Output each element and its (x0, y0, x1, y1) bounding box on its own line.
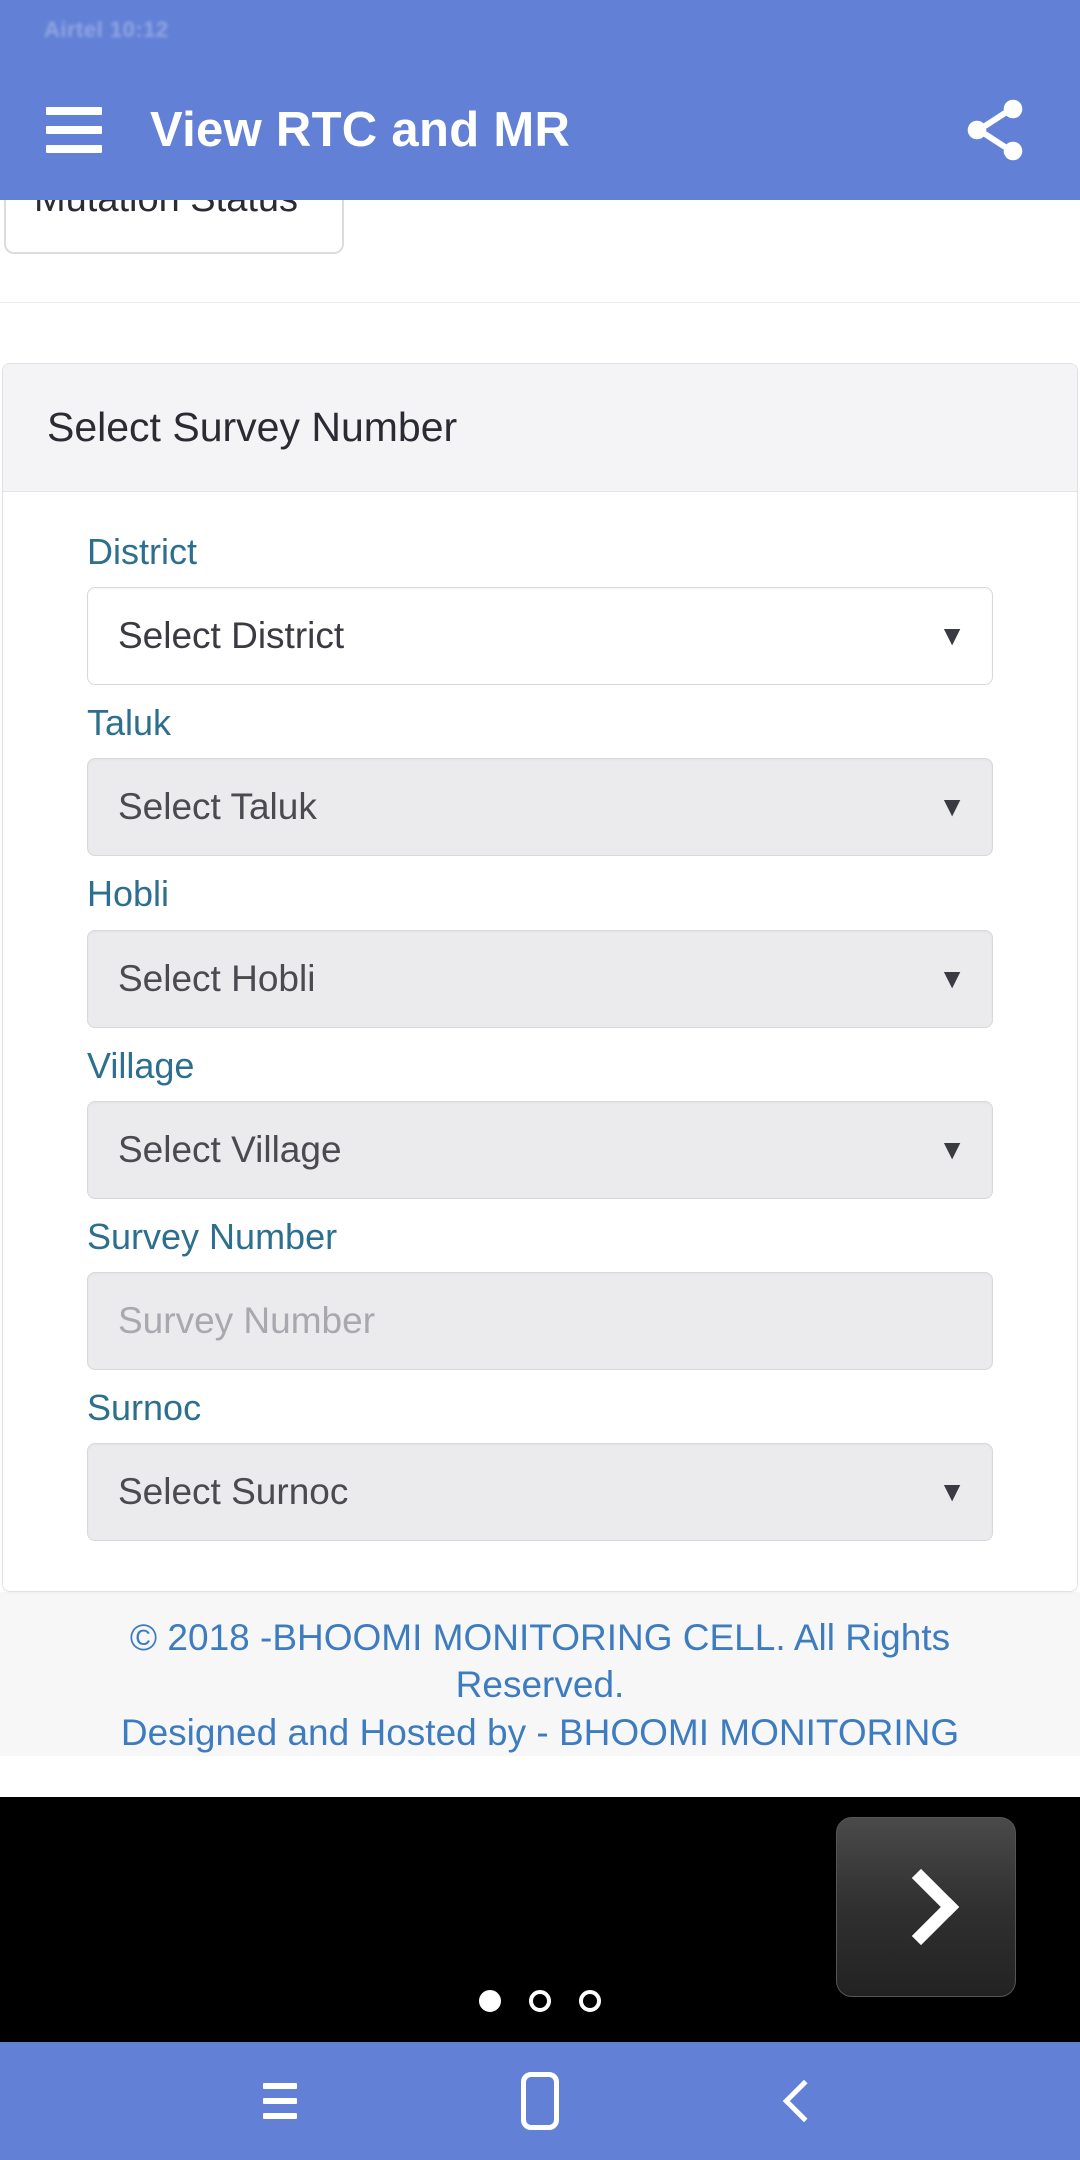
page-title: View RTC and MR (150, 103, 571, 157)
select-survey-number-card: Select Survey Number District Select Dis… (2, 363, 1078, 1593)
card-title: Select Survey Number (47, 404, 458, 450)
chevron-down-icon: ▼ (938, 1133, 966, 1165)
menu-line (46, 107, 102, 115)
recents-icon[interactable] (220, 2051, 340, 2151)
surnoc-select-value: Select Surnoc (118, 1471, 349, 1513)
taluk-select-value: Select Taluk (118, 786, 317, 828)
status-bar: Airtel 10:12 (0, 0, 1080, 60)
app-screen: Airtel 10:12 View RTC and MR Mutation St… (0, 0, 1080, 2160)
system-nav-bar (0, 2042, 1080, 2160)
menu-line (46, 145, 102, 153)
district-select-value: Select District (118, 615, 345, 657)
chevron-down-icon: ▼ (938, 620, 966, 652)
field-surnoc: Surnoc Select Surnoc ▼ (87, 1386, 993, 1542)
chevron-down-icon: ▼ (938, 791, 966, 823)
footer-credit-line: Designed and Hosted by - BHOOMI MONITORI… (120, 1711, 960, 1753)
mutation-status-label: Mutation Status (34, 200, 298, 221)
hamburger-menu-icon[interactable] (26, 82, 122, 178)
recents-line (263, 2098, 297, 2104)
mutation-status-box[interactable]: Mutation Status (4, 200, 344, 254)
page-dot-2[interactable] (529, 1990, 551, 2012)
field-district: District Select District ▼ (87, 530, 993, 686)
chevron-down-icon: ▼ (938, 1476, 966, 1508)
hobli-select-value: Select Hobli (118, 957, 316, 999)
home-icon[interactable] (480, 2051, 600, 2151)
share-icon[interactable] (952, 87, 1038, 173)
back-glyph (782, 2079, 826, 2123)
label-surnoc: Surnoc (87, 1386, 202, 1428)
field-village: Village Select Village ▼ (87, 1044, 993, 1199)
recents-line (263, 2083, 297, 2089)
label-survey-number: Survey Number (87, 1215, 338, 1257)
card-header: Select Survey Number (3, 364, 1077, 492)
page-content[interactable]: Mutation Status Select Survey Number Dis… (0, 200, 1080, 1800)
survey-number-input[interactable]: Survey Number (87, 1271, 993, 1370)
footer-copyright-line1: © 2018 -BHOOMI MONITORING CELL. All Righ… (129, 1617, 951, 1659)
village-select[interactable]: Select Village ▼ (87, 1100, 993, 1199)
field-taluk: Taluk Select Taluk ▼ (87, 701, 993, 857)
taluk-select[interactable]: Select Taluk ▼ (87, 758, 993, 857)
clipped-card-above: Mutation Status (0, 200, 1080, 302)
hobli-select[interactable]: Select Hobli ▼ (87, 929, 993, 1028)
district-select[interactable]: Select District ▼ (87, 587, 993, 686)
field-hobli: Hobli Select Hobli ▼ (87, 872, 993, 1028)
back-icon[interactable] (740, 2051, 860, 2151)
spacer (0, 303, 1080, 363)
footer-copyright-line2: Reserved. (455, 1664, 625, 1706)
recents-glyph (263, 2083, 297, 2119)
chevron-down-icon: ▼ (938, 962, 966, 994)
field-survey-number: Survey Number Survey Number (87, 1215, 993, 1370)
page-dot-3[interactable] (579, 1990, 601, 2012)
status-bar-text: Airtel 10:12 (44, 17, 169, 42)
label-taluk: Taluk (87, 702, 172, 744)
footer: © 2018 -BHOOMI MONITORING CELL. All Righ… (0, 1592, 1080, 1757)
page-dot-1[interactable] (479, 1990, 501, 2012)
app-bar: View RTC and MR (0, 60, 1080, 200)
surnoc-select[interactable]: Select Surnoc ▼ (87, 1443, 993, 1542)
label-district: District (87, 531, 197, 572)
survey-number-placeholder: Survey Number (118, 1299, 376, 1341)
home-glyph (521, 2072, 559, 2130)
card-body: District Select District ▼ Taluk Select … (3, 492, 1077, 1592)
chevron-right-icon (882, 1868, 960, 1946)
label-hobli: Hobli (87, 873, 170, 915)
ad-overlay (0, 1797, 1080, 2042)
recents-line (263, 2113, 297, 2119)
page-indicator (0, 1990, 1080, 2012)
menu-line (46, 126, 102, 134)
label-village: Village (87, 1044, 195, 1086)
next-button[interactable] (836, 1817, 1016, 1997)
village-select-value: Select Village (118, 1128, 342, 1170)
